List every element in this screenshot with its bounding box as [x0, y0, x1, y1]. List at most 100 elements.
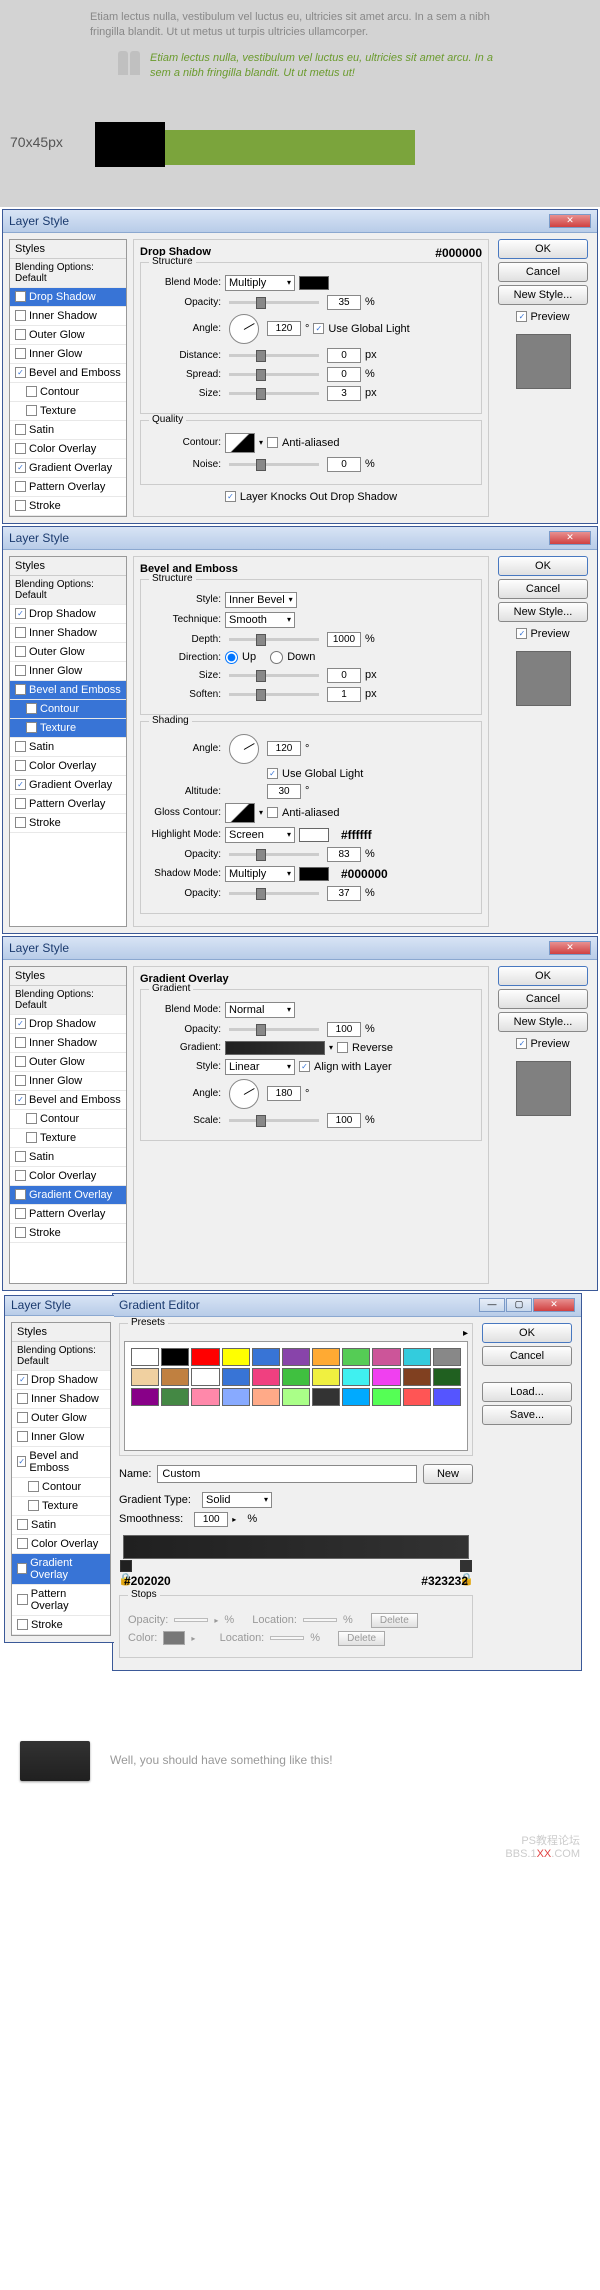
close-button[interactable]: ✕: [533, 1298, 575, 1312]
gradient-picker[interactable]: [225, 1041, 325, 1055]
preset-swatch[interactable]: [222, 1388, 250, 1406]
cancel-button[interactable]: Cancel: [482, 1346, 572, 1366]
preset-swatch[interactable]: [191, 1388, 219, 1406]
preset-swatch[interactable]: [433, 1348, 461, 1366]
checkbox-icon[interactable]: [15, 443, 26, 454]
align-checkbox[interactable]: [299, 1061, 310, 1072]
preset-swatch[interactable]: [433, 1368, 461, 1386]
distance-input[interactable]: 0: [327, 348, 361, 363]
cancel-button[interactable]: Cancel: [498, 579, 588, 599]
cancel-button[interactable]: Cancel: [498, 989, 588, 1009]
style-inner-glow[interactable]: Inner Glow: [10, 345, 126, 364]
gloss-contour-picker[interactable]: [225, 803, 255, 823]
style-inner-shadow[interactable]: Inner Shadow: [10, 624, 126, 643]
new-gradient-button[interactable]: New: [423, 1464, 473, 1484]
preset-swatch[interactable]: [222, 1348, 250, 1366]
style-color-overlay[interactable]: Color Overlay: [10, 440, 126, 459]
reverse-checkbox[interactable]: [337, 1042, 348, 1053]
close-button[interactable]: ✕: [549, 214, 591, 228]
checkbox-icon[interactable]: [15, 367, 26, 378]
new-style-button[interactable]: New Style...: [498, 602, 588, 622]
checkbox-icon[interactable]: [15, 348, 26, 359]
depth-input[interactable]: 1000: [327, 632, 361, 647]
preset-swatch[interactable]: [161, 1388, 189, 1406]
preset-swatch[interactable]: [191, 1368, 219, 1386]
new-style-button[interactable]: New Style...: [498, 285, 588, 305]
gradient-name-input[interactable]: Custom: [157, 1465, 417, 1483]
preset-swatch[interactable]: [342, 1388, 370, 1406]
shadow-mode-dropdown[interactable]: Multiply: [225, 866, 295, 882]
preset-swatch[interactable]: [252, 1388, 280, 1406]
opacity-slider[interactable]: [229, 301, 319, 304]
direction-up-radio[interactable]: [225, 651, 238, 664]
preset-swatch[interactable]: [252, 1348, 280, 1366]
global-light-checkbox[interactable]: [313, 323, 324, 334]
style-stroke[interactable]: Stroke: [10, 814, 126, 833]
preset-swatch[interactable]: [433, 1388, 461, 1406]
maximize-button[interactable]: ▢: [506, 1298, 532, 1312]
antialias-checkbox[interactable]: [267, 807, 278, 818]
preset-swatch[interactable]: [282, 1348, 310, 1366]
preset-swatch[interactable]: [342, 1348, 370, 1366]
checkbox-icon[interactable]: [15, 500, 26, 511]
ok-button[interactable]: OK: [498, 556, 588, 576]
preset-swatch[interactable]: [131, 1348, 159, 1366]
blend-mode-dropdown[interactable]: Normal: [225, 1002, 295, 1018]
gradient-stop-left[interactable]: [120, 1560, 132, 1572]
smoothness-input[interactable]: 100: [194, 1512, 228, 1527]
ok-button[interactable]: OK: [482, 1323, 572, 1343]
close-button[interactable]: ✕: [549, 941, 591, 955]
preset-swatch[interactable]: [191, 1348, 219, 1366]
checkbox-icon[interactable]: [15, 462, 26, 473]
gradient-type-dropdown[interactable]: Solid: [202, 1492, 272, 1508]
titlebar[interactable]: Layer Style ✕: [3, 527, 597, 550]
preset-swatch[interactable]: [282, 1388, 310, 1406]
style-pattern-overlay[interactable]: Pattern Overlay: [10, 478, 126, 497]
angle-dial[interactable]: [229, 1079, 259, 1109]
bevel-style-dropdown[interactable]: Inner Bevel: [225, 592, 297, 608]
depth-slider[interactable]: [229, 638, 319, 641]
preset-swatch[interactable]: [161, 1348, 189, 1366]
style-inner-glow[interactable]: Inner Glow: [10, 662, 126, 681]
global-light-checkbox[interactable]: [267, 768, 278, 779]
preset-swatch[interactable]: [403, 1348, 431, 1366]
style-drop-shadow[interactable]: Drop Shadow: [10, 288, 126, 307]
antialias-checkbox[interactable]: [267, 437, 278, 448]
gradient-style-dropdown[interactable]: Linear: [225, 1059, 295, 1075]
checkbox-icon[interactable]: [26, 386, 37, 397]
style-contour[interactable]: Contour: [10, 700, 126, 719]
preset-swatch[interactable]: [131, 1368, 159, 1386]
style-satin[interactable]: Satin: [10, 738, 126, 757]
soften-slider[interactable]: [229, 693, 319, 696]
preset-swatch[interactable]: [312, 1348, 340, 1366]
style-texture[interactable]: Texture: [10, 719, 126, 738]
shading-angle-dial[interactable]: [229, 734, 259, 764]
style-bevel[interactable]: Bevel and Emboss: [10, 681, 126, 700]
checkbox-icon[interactable]: [15, 291, 26, 302]
checkbox-icon[interactable]: [15, 424, 26, 435]
minimize-button[interactable]: —: [479, 1298, 505, 1312]
contour-picker[interactable]: [225, 433, 255, 453]
direction-down-radio[interactable]: [270, 651, 283, 664]
gradient-bar[interactable]: 🔒 #202020 🔒 #323232: [123, 1535, 469, 1559]
style-texture[interactable]: Texture: [10, 402, 126, 421]
preset-swatch[interactable]: [282, 1368, 310, 1386]
ok-button[interactable]: OK: [498, 239, 588, 259]
spread-slider[interactable]: [229, 373, 319, 376]
blending-options-item[interactable]: Blending Options: Default: [10, 259, 126, 288]
checkbox-icon[interactable]: [15, 310, 26, 321]
preset-swatch[interactable]: [252, 1368, 280, 1386]
knockout-checkbox[interactable]: [225, 491, 236, 502]
style-gradient-overlay[interactable]: Gradient Overlay: [10, 776, 126, 795]
style-color-overlay[interactable]: Color Overlay: [10, 757, 126, 776]
size-input[interactable]: 3: [327, 386, 361, 401]
checkbox-icon[interactable]: [26, 405, 37, 416]
opacity-slider[interactable]: [229, 1028, 319, 1031]
titlebar[interactable]: Gradient Editor —▢✕: [113, 1294, 581, 1317]
preset-swatch[interactable]: [372, 1368, 400, 1386]
shadow-color-swatch[interactable]: [299, 276, 329, 290]
style-gradient-overlay[interactable]: Gradient Overlay: [10, 459, 126, 478]
ok-button[interactable]: OK: [498, 966, 588, 986]
preset-swatch[interactable]: [312, 1388, 340, 1406]
distance-slider[interactable]: [229, 354, 319, 357]
